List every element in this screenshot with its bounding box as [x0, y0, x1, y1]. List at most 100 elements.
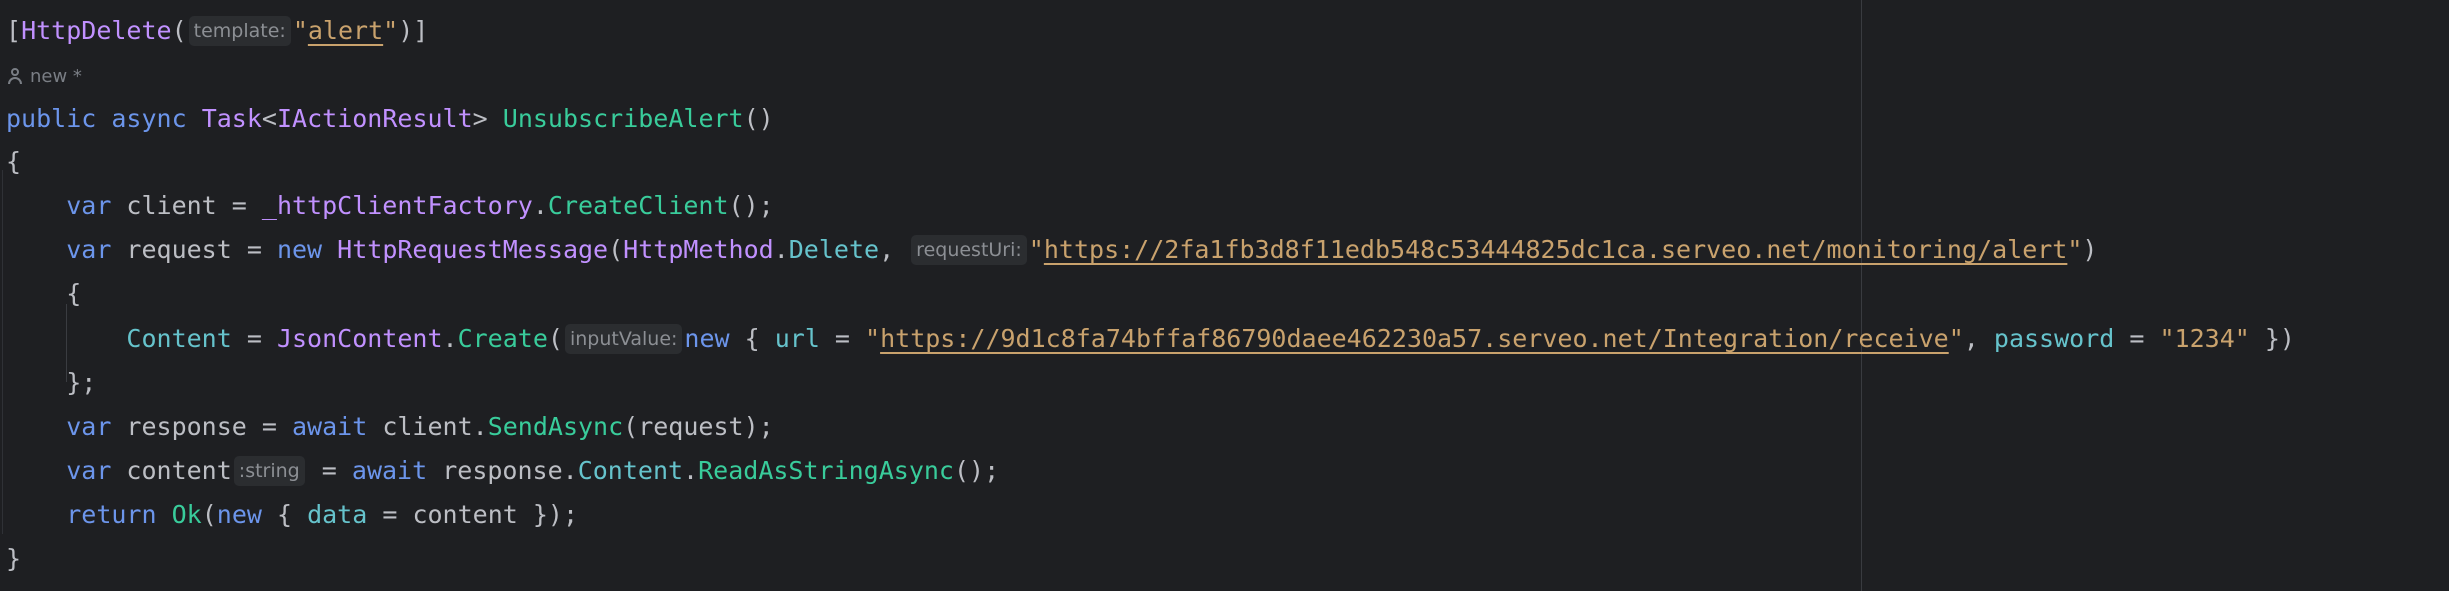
variable-content: content — [111, 456, 232, 485]
code-line-return[interactable]: return Ok(new { data = content }); — [6, 493, 578, 537]
parameter-hint-template: template: — [188, 16, 291, 46]
paren: ( — [201, 500, 217, 529]
assign: = — [306, 456, 352, 485]
callback-url-link[interactable]: https://9d1c8fa74bffaf86790daee462230a57… — [880, 324, 1949, 353]
keyword-new: new — [216, 500, 262, 529]
code-line-brace-open[interactable]: { — [6, 140, 21, 184]
brace: { — [261, 500, 308, 529]
bracket: [ — [6, 16, 22, 45]
call-end: (request); — [623, 412, 774, 441]
quote: " — [2067, 235, 2083, 264]
assign: = — [819, 324, 866, 353]
property-delete[interactable]: Delete — [789, 235, 879, 264]
parens: () — [743, 104, 774, 133]
type-iactionresult[interactable]: IActionResult — [277, 104, 473, 133]
keyword-public: public — [6, 104, 97, 133]
route-template-value[interactable]: alert — [308, 16, 383, 45]
property-content[interactable]: Content — [126, 324, 231, 353]
code-line-client[interactable]: var client = _httpClientFactory.CreateCl… — [6, 184, 774, 228]
method-ok[interactable]: Ok — [172, 500, 202, 529]
brace: { — [729, 324, 775, 353]
brace: } — [6, 544, 22, 573]
field-httpclientfactory[interactable]: _httpClientFactory — [262, 191, 533, 220]
method-block-guide — [2, 170, 3, 534]
brace: }; — [66, 368, 97, 397]
variable-client: client = — [111, 191, 262, 220]
code-line-initializer-open[interactable]: { — [6, 272, 81, 316]
property-password[interactable]: password — [1994, 324, 2114, 353]
right-margin-guide — [1861, 0, 1862, 591]
code-line-attribute[interactable]: [HttpDelete(template: "alert")] — [6, 9, 428, 53]
brace: { — [6, 147, 22, 176]
paren: ( — [547, 324, 563, 353]
assign: = — [231, 324, 277, 353]
method-readasstringasync[interactable]: ReadAsStringAsync — [698, 456, 954, 485]
property-url[interactable]: url — [775, 324, 820, 353]
bracket-close: )] — [398, 16, 429, 45]
code-vision-author[interactable]: new * — [8, 62, 82, 92]
type-httprequestmessage[interactable]: HttpRequestMessage — [337, 235, 608, 264]
keyword-var: var — [66, 235, 112, 264]
dot: . — [442, 324, 458, 353]
code-line-content[interactable]: Content = JsonContent.Create(inputValue:… — [6, 317, 2295, 361]
method-createclient[interactable]: CreateClient — [548, 191, 729, 220]
paren: ( — [171, 16, 187, 45]
return-rest: = content }); — [367, 500, 579, 529]
string-password: "1234" — [2159, 324, 2250, 353]
method-name[interactable]: UnsubscribeAlert — [503, 104, 744, 133]
variable-client-ref: client. — [367, 412, 488, 441]
dot: . — [683, 456, 699, 485]
type-task[interactable]: Task — [202, 104, 262, 133]
code-editor[interactable]: [HttpDelete(template: "alert")] new * pub… — [0, 0, 2449, 591]
code-line-request[interactable]: var request = new HttpRequestMessage(Htt… — [6, 228, 2097, 272]
brace-close: }) — [2249, 324, 2295, 353]
variable-response-ref: response. — [427, 456, 578, 485]
keyword-async: async — [111, 104, 187, 133]
call-end: (); — [728, 191, 774, 220]
author-label: new * — [30, 66, 82, 87]
keyword-new: new — [684, 324, 730, 353]
type-httpmethod[interactable]: HttpMethod — [623, 235, 774, 264]
attribute-name[interactable]: HttpDelete — [21, 16, 172, 45]
keyword-return: return — [66, 500, 157, 529]
brace: { — [66, 279, 82, 308]
code-line-response[interactable]: var response = await client.SendAsync(re… — [6, 405, 774, 449]
code-line-initializer-close[interactable]: }; — [6, 361, 96, 405]
quote: " — [292, 16, 308, 45]
keyword-await: await — [292, 412, 368, 441]
paren: ( — [608, 235, 624, 264]
keyword-var: var — [66, 191, 112, 220]
parameter-hint-inputvalue: inputValue: — [564, 324, 683, 354]
code-line-signature[interactable]: public async Task<IActionResult> Unsubsc… — [6, 97, 774, 141]
generic-close: > — [472, 104, 488, 133]
quote: " — [1028, 235, 1044, 264]
quote: " — [383, 16, 399, 45]
keyword-await: await — [351, 456, 428, 485]
keyword-var: var — [66, 412, 112, 441]
quote: " — [865, 324, 881, 353]
property-data[interactable]: data — [307, 500, 367, 529]
dot: . — [773, 235, 789, 264]
keyword-var: var — [66, 456, 112, 485]
method-create[interactable]: Create — [458, 324, 548, 353]
parameter-hint-requesturi: requestUri: — [911, 235, 1027, 265]
code-line-read-content[interactable]: var content:string = await response.Cont… — [6, 449, 999, 493]
variable-response: response = — [111, 412, 292, 441]
call-end: (); — [953, 456, 1000, 485]
dot: . — [532, 191, 548, 220]
paren-close: ) — [2082, 235, 2098, 264]
comma: , — [879, 235, 910, 264]
type-jsoncontent[interactable]: JsonContent — [277, 324, 443, 353]
request-url-link[interactable]: https://2fa1fb3d8f11edb548c53444825dc1ca… — [1044, 235, 2068, 264]
generic-open: < — [261, 104, 277, 133]
property-content[interactable]: Content — [578, 456, 683, 485]
quote: " — [1948, 324, 1964, 353]
assign: = — [2114, 324, 2160, 353]
code-line-brace-close[interactable]: } — [6, 537, 21, 581]
variable-request: request = — [111, 235, 277, 264]
method-sendasync[interactable]: SendAsync — [488, 412, 623, 441]
user-icon — [8, 68, 22, 84]
type-hint-string: :string — [233, 456, 305, 486]
comma: , — [1963, 324, 1994, 353]
